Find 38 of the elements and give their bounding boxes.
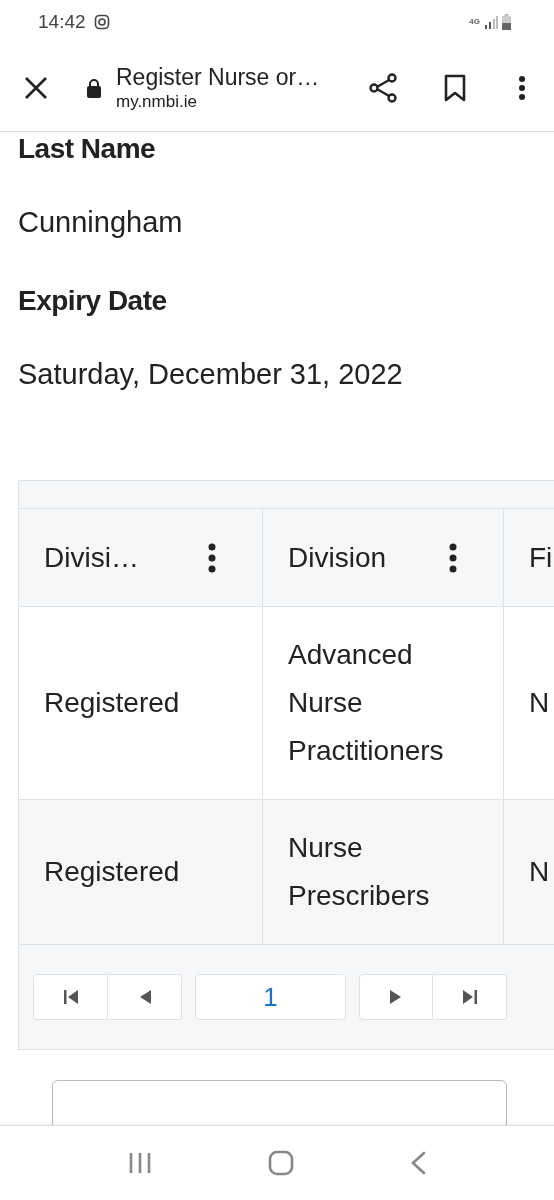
field-value: Saturday, December 31, 2022 — [18, 357, 404, 392]
table-cell: Registered — [19, 800, 263, 944]
last-page-icon — [461, 989, 478, 1005]
next-page-button[interactable] — [359, 974, 433, 1020]
camera-icon — [93, 14, 110, 30]
table-cell: N — [504, 607, 554, 799]
first-page-icon — [62, 989, 79, 1005]
field-label: Expiry Date — [18, 284, 168, 318]
next-icon — [389, 989, 403, 1005]
column-header[interactable]: Fi — [504, 509, 554, 606]
signal-icon — [484, 15, 498, 29]
table-cell: Nurse Prescribers — [263, 800, 504, 944]
field-value: Cunningham — [18, 205, 184, 240]
share-icon[interactable] — [368, 72, 398, 103]
more-icon[interactable] — [449, 542, 457, 573]
column-header[interactable]: Divisi… — [19, 509, 263, 606]
table-cell: N — [504, 800, 554, 944]
recent-apps-icon[interactable] — [128, 1151, 152, 1175]
field-label: Last Name — [18, 132, 157, 166]
more-icon[interactable] — [518, 74, 526, 101]
clock-time: 14:42 — [38, 9, 86, 34]
table-cell: Advanced Nurse Practitioners — [263, 607, 504, 799]
page-title: Register Nurse or… — [116, 62, 321, 91]
column-header[interactable]: Division — [263, 509, 504, 606]
previous-page-button[interactable] — [108, 974, 182, 1020]
home-icon[interactable] — [268, 1150, 294, 1176]
last-page-button[interactable] — [433, 974, 507, 1020]
back-icon[interactable] — [410, 1151, 426, 1175]
close-icon[interactable] — [24, 75, 48, 100]
battery-icon — [502, 14, 511, 30]
network-label: 4G — [469, 16, 480, 28]
more-icon[interactable] — [208, 542, 216, 573]
first-page-button[interactable] — [33, 974, 108, 1020]
bookmark-icon[interactable] — [444, 73, 466, 102]
page-button[interactable]: 1 — [195, 974, 346, 1020]
page-url: my.nmbi.ie — [116, 90, 198, 113]
lock-icon — [86, 77, 102, 98]
table-cell: Registered — [19, 607, 263, 799]
